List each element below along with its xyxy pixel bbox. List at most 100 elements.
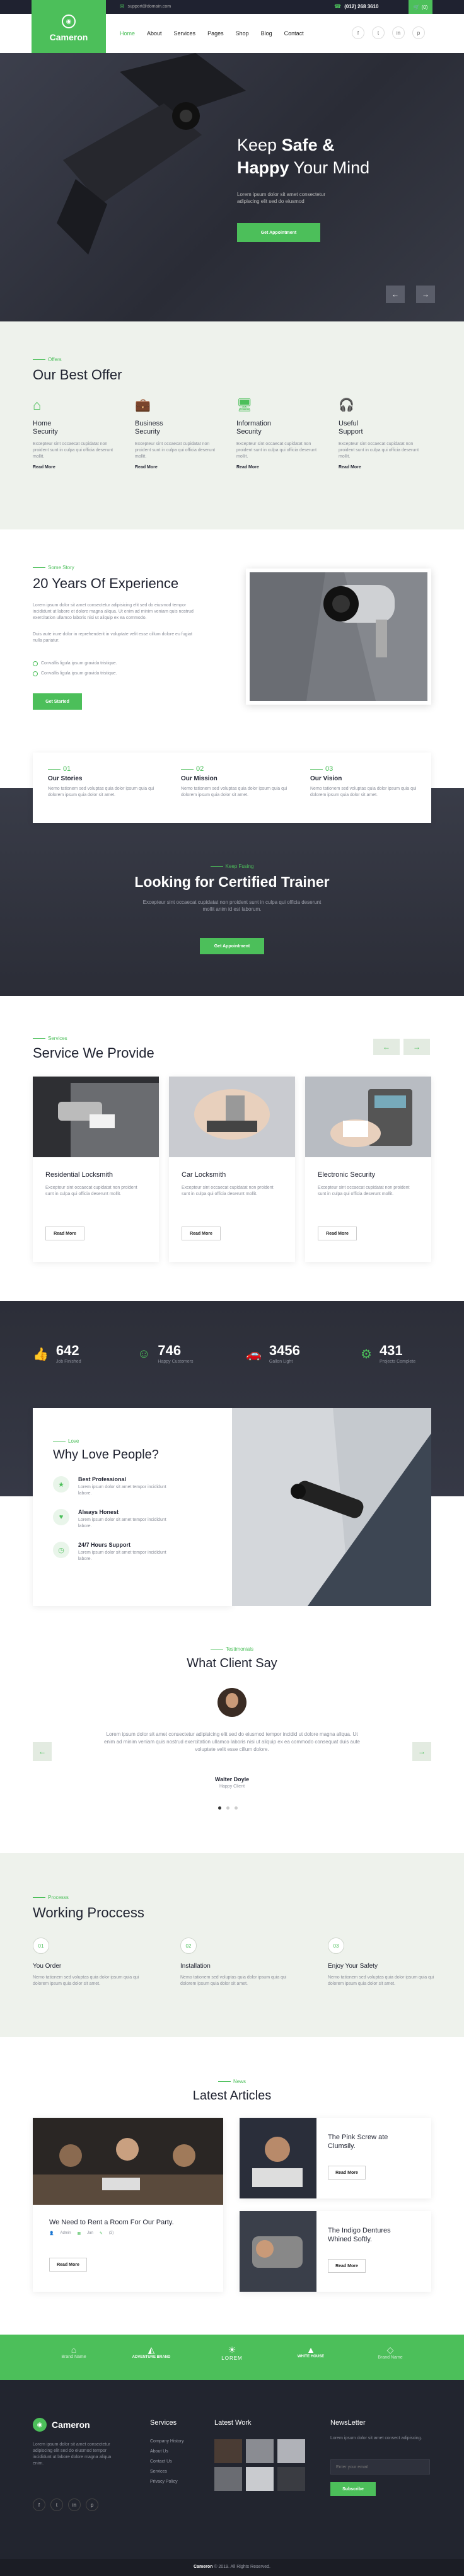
copyright-text: Cameron © 2019. All Rights Reserved. [0, 2565, 464, 2569]
car-icon: 🚗 [246, 1347, 262, 1361]
brand-4[interactable]: ▲ WHITE HOUSE [289, 2345, 333, 2359]
brand-name: LOREM [221, 2355, 243, 2361]
newsletter-email-input[interactable] [330, 2459, 430, 2475]
dot[interactable] [226, 1806, 229, 1810]
service-read-more-button[interactable]: Read More [318, 1227, 357, 1240]
subscribe-button[interactable]: Subscribe [330, 2482, 376, 2496]
linkedin-icon[interactable]: in [392, 26, 405, 39]
brand-name: WHITE HOUSE [297, 2355, 325, 2359]
offer-item-title: Information Security [236, 420, 325, 436]
nav-services[interactable]: Services [174, 30, 196, 37]
dot-active[interactable] [218, 1806, 221, 1810]
footer-logo[interactable]: ◉ Cameron [33, 2418, 90, 2432]
services-prev-button[interactable]: ← [373, 1039, 400, 1055]
trainer-tag-wrap: Keep Fusing [211, 863, 254, 869]
footer-link[interactable]: About Us [150, 2449, 184, 2454]
news-main-title[interactable]: We Need to Rent a Room For Our Party. [49, 2219, 207, 2226]
news-date: Jan [87, 2231, 93, 2235]
smile-icon: ☺ [137, 1346, 151, 1361]
work-thumbnail[interactable] [277, 2439, 305, 2463]
news-main-read-more[interactable]: Read More [49, 2258, 87, 2272]
hero-line2a: Happy [237, 158, 289, 177]
about-check-text: Convallis ligula ipsum gravida tristique… [41, 671, 117, 676]
news-side-title[interactable]: The Pink Screw ate Clumsily. [328, 2133, 388, 2151]
cart-icon: 🛒 [413, 4, 420, 10]
brand-name: ADVENTURE BRAND [132, 2355, 171, 2359]
brand-name: Brand Name [378, 2355, 403, 2360]
brand-3[interactable]: ☀ LOREM [210, 2345, 254, 2361]
service-title: Residential Locksmith [45, 1171, 113, 1179]
hero-appointment-button[interactable]: Get Appointment [237, 223, 320, 242]
facebook-icon[interactable]: f [33, 2498, 45, 2511]
pinterest-icon[interactable]: p [86, 2498, 98, 2511]
about-check-text: Convallis ligula ipsum gravida tristique… [41, 661, 117, 666]
service-read-more-button[interactable]: Read More [182, 1227, 221, 1240]
offer-read-more[interactable]: Read More [236, 465, 325, 470]
facebook-icon[interactable]: f [352, 26, 364, 39]
offer-read-more[interactable]: Read More [33, 465, 121, 470]
nav-home[interactable]: Home [120, 30, 135, 37]
work-thumbnail[interactable] [214, 2467, 242, 2491]
offer-title-line2: Support [339, 428, 363, 436]
testimonial-line2: enim ad minim veniam quis nostrud exerci… [104, 1739, 360, 1745]
hero-next-button[interactable]: → [416, 286, 435, 303]
news-side-title[interactable]: The Indigo Dentures Whined Softly. [328, 2226, 391, 2244]
why-image [232, 1408, 431, 1606]
offer-read-more[interactable]: Read More [135, 465, 223, 470]
trainer-appointment-button[interactable]: Get Appointment [200, 938, 264, 954]
trainer-text-line1: Excepteur sint occaecat cupidatat non pr… [142, 899, 322, 905]
hero-prev-button[interactable]: ← [386, 286, 405, 303]
offer-title-line2: Security [135, 428, 160, 436]
footer-link[interactable]: Services [150, 2469, 184, 2474]
service-text: Excepteur sint occaecat cupidatat non pr… [318, 1186, 410, 1196]
comment-icon: ✎ [99, 2232, 103, 2236]
twitter-icon[interactable]: t [372, 26, 385, 39]
about-paragraph-1: Lorem ipsum dolor sit amet consectetur a… [33, 603, 194, 620]
news-tag-text: News [233, 2079, 246, 2084]
about-get-started-button[interactable]: Get Started [33, 693, 82, 710]
testimonial-next-button[interactable]: → [412, 1742, 431, 1761]
nav-shop[interactable]: Shop [236, 30, 249, 37]
news-side-read-more[interactable]: Read More [328, 2259, 366, 2273]
brand-5[interactable]: ◇ Brand Name [368, 2345, 412, 2360]
work-thumbnail[interactable] [246, 2439, 274, 2463]
calendar-icon: ▦ [77, 2232, 81, 2236]
logo[interactable]: ◉ Cameron [32, 0, 106, 57]
why-title: Why Love People? [53, 1448, 159, 1462]
footer-link[interactable]: Privacy Policy [150, 2480, 184, 2484]
nav-contact[interactable]: Contact [284, 30, 304, 37]
dot[interactable] [235, 1806, 238, 1810]
mission-num-text: 01 [63, 765, 71, 773]
pinterest-icon[interactable]: p [412, 26, 425, 39]
linkedin-icon[interactable]: in [68, 2498, 81, 2511]
work-thumbnail[interactable] [246, 2467, 274, 2491]
process-title: Working Proccess [33, 1905, 144, 1920]
cart-button[interactable]: 🛒 (0) [409, 0, 432, 14]
brand-1[interactable]: ⌂ Brand Name [52, 2345, 96, 2359]
process-item-3: 03 Enjoy Your Safety Nemo tationem sed v… [328, 1938, 448, 1987]
copyright-brand: Cameron [194, 2565, 213, 2569]
counter-4: ⚙ 431 Projects Complete [361, 1343, 415, 1365]
brand-2[interactable]: ◭ ADVENTURE BRAND [126, 2345, 177, 2359]
service-read-more-button[interactable]: Read More [45, 1227, 84, 1240]
services-next-button[interactable]: → [403, 1039, 430, 1055]
handshake-icon: ♥ [53, 1509, 69, 1525]
news-side-read-more[interactable]: Read More [328, 2166, 366, 2180]
work-thumbnail[interactable] [277, 2467, 305, 2491]
work-thumbnail[interactable] [214, 2439, 242, 2463]
nav-blog[interactable]: Blog [261, 30, 272, 37]
service-title: Electronic Security [318, 1171, 376, 1179]
twitter-icon[interactable]: t [50, 2498, 63, 2511]
process-item-title: Installation [180, 1963, 211, 1970]
offer-item-text: Excepteur sint occaecat cupidatat non pr… [236, 442, 317, 459]
about-tag: Some Story [33, 565, 74, 570]
nav-pages[interactable]: Pages [207, 30, 224, 37]
process-num: 02 [180, 1938, 197, 1954]
nav-about[interactable]: About [147, 30, 162, 37]
footer-link[interactable]: Contact Us [150, 2459, 184, 2464]
email-info: ✉ support@domain.com [120, 3, 171, 10]
offer-tag-text: Offers [48, 357, 62, 362]
footer-link[interactable]: Company History [150, 2439, 184, 2444]
testimonial-prev-button[interactable]: ← [33, 1742, 52, 1761]
offer-read-more[interactable]: Read More [339, 465, 427, 470]
